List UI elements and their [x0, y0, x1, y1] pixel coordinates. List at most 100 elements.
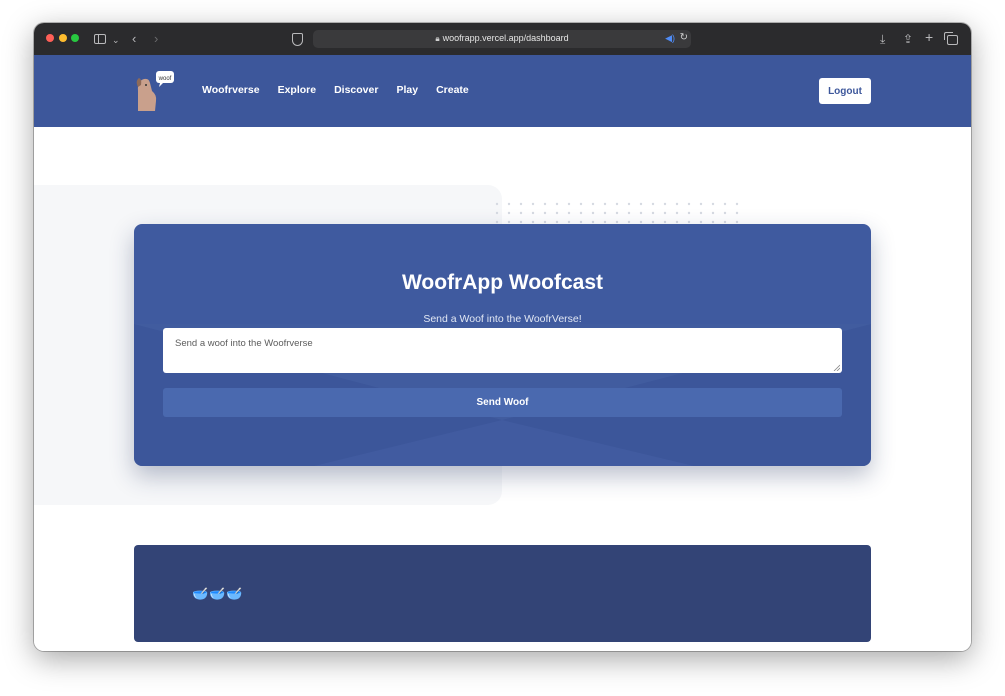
decorative-dot	[663, 202, 667, 206]
reload-icon[interactable]: ↻	[680, 32, 688, 43]
dog-logo-icon: woof	[136, 71, 174, 111]
decorative-dot	[723, 202, 727, 206]
logout-button[interactable]: Logout	[819, 78, 871, 104]
decorative-dot	[639, 220, 643, 224]
decorative-dot	[723, 211, 727, 215]
decorative-dot	[519, 220, 523, 224]
nav-links: Woofrverse Explore Discover Play Create	[202, 84, 487, 96]
decorative-dot	[627, 202, 631, 206]
decorative-dot	[687, 211, 691, 215]
back-arrow-icon[interactable]: ‹	[132, 31, 136, 47]
decorative-dot	[543, 220, 547, 224]
decorative-dot	[579, 202, 583, 206]
share-icon[interactable]: ⇪	[903, 31, 913, 47]
decorative-dot	[495, 211, 499, 215]
decorative-dot-grid	[495, 202, 739, 224]
tab-overview-icon[interactable]	[944, 32, 958, 45]
decorative-dot	[651, 220, 655, 224]
nav-link-create[interactable]: Create	[436, 84, 469, 96]
minimize-window-button[interactable]	[59, 34, 67, 42]
decorative-dot	[555, 220, 559, 224]
decorative-dot	[591, 220, 595, 224]
nav-link-discover[interactable]: Discover	[334, 84, 378, 96]
decorative-dot	[543, 202, 547, 206]
zoom-window-button[interactable]	[71, 34, 79, 42]
decorative-dot	[735, 211, 739, 215]
decorative-dot	[615, 211, 619, 215]
decorative-dot	[579, 211, 583, 215]
browser-toolbar: ⌄ ‹ › 🔒︎ woofrapp.vercel.app/dashboard ◀)…	[34, 23, 971, 56]
decorative-dot	[639, 211, 643, 215]
decorative-dot	[567, 220, 571, 224]
download-icon[interactable]: ⤓	[880, 31, 885, 47]
decorative-dot	[603, 211, 607, 215]
decorative-dot	[543, 211, 547, 215]
close-window-button[interactable]	[46, 34, 54, 42]
decorative-dot	[687, 220, 691, 224]
decorative-dot	[603, 220, 607, 224]
decorative-dot	[495, 220, 499, 224]
nav-link-woofrverse[interactable]: Woofrverse	[202, 84, 260, 96]
decorative-dot	[591, 202, 595, 206]
decorative-dot	[615, 220, 619, 224]
decorative-dot	[699, 202, 703, 206]
decorative-dot	[687, 202, 691, 206]
decorative-dot	[495, 202, 499, 206]
decorative-dot	[579, 220, 583, 224]
decorative-dot	[651, 202, 655, 206]
decorative-dot	[555, 202, 559, 206]
bowl-icons: 🥣🥣🥣	[192, 586, 244, 601]
decorative-dot	[699, 211, 703, 215]
nav-link-explore[interactable]: Explore	[278, 84, 317, 96]
decorative-dot	[651, 211, 655, 215]
send-woof-button[interactable]: Send Woof	[163, 388, 842, 417]
decorative-dot	[627, 211, 631, 215]
decorative-dot	[603, 202, 607, 206]
forward-arrow-icon[interactable]: ›	[154, 31, 158, 47]
chevron-down-icon[interactable]: ⌄	[112, 32, 120, 48]
decorative-dot	[639, 202, 643, 206]
woofcast-title: WoofrApp Woofcast	[401, 271, 604, 294]
privacy-shield-icon[interactable]	[292, 33, 303, 46]
decorative-dot	[627, 220, 631, 224]
decorative-dot	[663, 220, 667, 224]
url-display[interactable]: 🔒︎ woofrapp.vercel.app/dashboard	[313, 33, 691, 44]
woofcast-subtitle: Send a Woof into the WoofrVerse!	[423, 313, 582, 325]
decorative-dot	[591, 211, 595, 215]
woof-feed-panel: 🥣🥣🥣	[134, 545, 871, 642]
woof-textarea[interactable]	[163, 328, 842, 373]
decorative-dot	[519, 211, 523, 215]
svg-text:woof: woof	[158, 76, 172, 82]
nav-link-play[interactable]: Play	[396, 84, 418, 96]
top-navbar: woof Woofrverse Explore Discover Play Cr…	[34, 55, 971, 127]
new-tab-icon[interactable]: +	[925, 29, 933, 45]
sidebar-toggle-icon[interactable]	[94, 34, 106, 44]
decorative-dot	[699, 220, 703, 224]
decorative-dot	[531, 202, 535, 206]
resize-handle-icon[interactable]	[833, 364, 840, 371]
decorative-dot	[567, 202, 571, 206]
decorative-dot	[711, 202, 715, 206]
browser-window: ⌄ ‹ › 🔒︎ woofrapp.vercel.app/dashboard ◀)…	[34, 23, 971, 651]
address-bar[interactable]: 🔒︎ woofrapp.vercel.app/dashboard ◀) ↻	[313, 30, 691, 48]
decorative-dot	[507, 220, 511, 224]
decorative-dot	[723, 220, 727, 224]
woofcast-card: WoofrApp Woofcast Send a Woof into the W…	[134, 224, 871, 466]
decorative-dot	[507, 202, 511, 206]
decorative-dot	[675, 220, 679, 224]
decorative-dot	[615, 202, 619, 206]
url-text: woofrapp.vercel.app/dashboard	[442, 33, 569, 43]
woofr-logo[interactable]: woof	[134, 69, 178, 113]
decorative-dot	[555, 211, 559, 215]
decorative-dot	[531, 211, 535, 215]
decorative-dot	[519, 202, 523, 206]
decorative-dot	[711, 211, 715, 215]
decorative-dot	[735, 202, 739, 206]
speaker-icon[interactable]: ◀)	[665, 33, 675, 44]
decorative-dot	[711, 220, 715, 224]
decorative-dot	[663, 211, 667, 215]
lock-icon: 🔒︎	[435, 34, 440, 43]
decorative-dot	[675, 211, 679, 215]
webpage: woof Woofrverse Explore Discover Play Cr…	[34, 55, 971, 651]
decorative-dot	[531, 220, 535, 224]
